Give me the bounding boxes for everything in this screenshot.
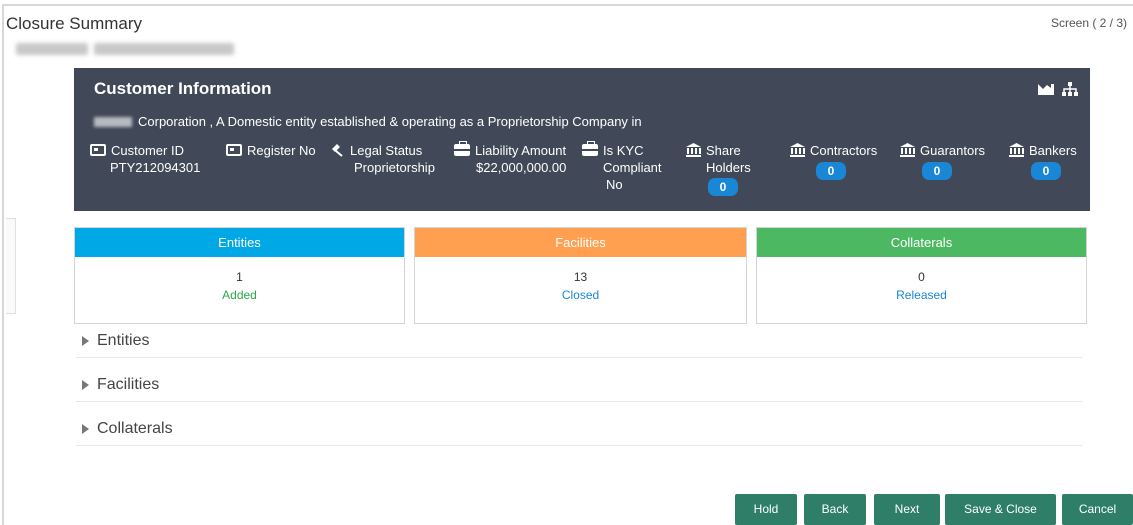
cancel-button[interactable]: Cancel [1062, 494, 1133, 525]
legal-status-label: Legal Status [350, 143, 423, 158]
caret-right-icon [82, 424, 89, 434]
chart-icon[interactable] [1038, 82, 1054, 96]
customer-id-field: Customer ID PTY212094301 [90, 142, 200, 176]
register-no-label: Register No [247, 143, 316, 158]
bank-icon [686, 143, 701, 157]
contractors-field: Contractors 0 [790, 142, 877, 180]
liability-amount-label: Liability Amount [475, 143, 567, 158]
entities-count: 1 [236, 270, 243, 284]
id-card-icon [90, 144, 106, 156]
collaterals-card-header: Collaterals [757, 228, 1086, 257]
customer-information-title: Customer Information [94, 79, 272, 98]
caret-right-icon [82, 380, 89, 390]
collaterals-section-toggle[interactable]: Collaterals [76, 420, 1082, 446]
facilities-section-label: Facilities [97, 376, 160, 393]
kyc-compliant-label: Is KYC Compliant [603, 143, 662, 175]
legal-status-value: Proprietorship [354, 160, 435, 175]
bankers-field: Bankers 0 [1009, 142, 1077, 180]
legal-status-field: Legal Status Proprietorship [330, 142, 435, 176]
collaterals-count: 0 [918, 270, 925, 284]
entities-card-header: Entities [75, 228, 404, 257]
id-card-icon [226, 144, 242, 156]
contractors-label: Contractors [810, 143, 878, 158]
facilities-summary-card[interactable]: Facilities 13 Closed [414, 227, 747, 324]
register-no-field: Register No [226, 142, 316, 159]
entities-section-label: Entities [97, 332, 150, 349]
customer-description-text: Corporation , A Domestic entity establis… [138, 114, 642, 129]
panel-actions [1038, 82, 1078, 96]
bank-icon [790, 143, 805, 157]
bank-icon [900, 143, 915, 157]
liability-amount-value: $22,000,000.00 [476, 160, 567, 175]
briefcase-icon [582, 141, 598, 156]
facilities-count: 13 [573, 270, 588, 284]
entities-summary-card[interactable]: Entities 1 Added [74, 227, 405, 324]
customer-description: Corporation , A Domestic entity establis… [94, 114, 642, 129]
bank-icon [1009, 143, 1024, 157]
masked-text [94, 116, 132, 127]
bankers-count-badge[interactable]: 0 [1031, 162, 1061, 180]
collaterals-status: Released [896, 288, 947, 302]
side-panel-handle[interactable] [6, 218, 16, 314]
back-button[interactable]: Back [804, 494, 866, 525]
gavel-icon [332, 144, 343, 157]
entities-status: Added [222, 288, 257, 302]
customer-name-masked [16, 40, 244, 58]
liability-amount-field: Liability Amount $22,000,000.00 [454, 141, 567, 176]
guarantors-label: Guarantors [920, 143, 986, 158]
hierarchy-icon[interactable] [1062, 82, 1078, 96]
save-close-button[interactable]: Save & Close [945, 494, 1056, 525]
screen-indicator: Screen ( 2 / 3) [1050, 16, 1127, 30]
facilities-status: Closed [561, 288, 600, 302]
collaterals-section-label: Collaterals [97, 420, 173, 437]
customer-id-value: PTY212094301 [110, 160, 201, 175]
guarantors-count-badge[interactable]: 0 [922, 162, 952, 180]
kyc-compliant-value: No [606, 177, 623, 192]
hold-button[interactable]: Hold [735, 494, 797, 525]
next-button[interactable]: Next [874, 494, 940, 525]
facilities-section-toggle[interactable]: Facilities [76, 376, 1082, 402]
page-title: Closure Summary [6, 14, 143, 33]
caret-right-icon [82, 336, 89, 346]
customer-information-panel: Customer Information Corporation , A Dom… [74, 68, 1090, 211]
entities-section-toggle[interactable]: Entities [76, 332, 1082, 358]
guarantors-field: Guarantors 0 [900, 142, 985, 180]
contractors-count-badge[interactable]: 0 [816, 162, 846, 180]
share-holders-count-badge[interactable]: 0 [708, 178, 738, 196]
share-holders-label: Share Holders [706, 143, 751, 175]
customer-id-label: Customer ID [111, 143, 184, 158]
share-holders-field: Share Holders 0 [686, 142, 751, 196]
facilities-card-header: Facilities [415, 228, 746, 257]
briefcase-icon [454, 141, 470, 156]
collaterals-summary-card[interactable]: Collaterals 0 Released [756, 227, 1087, 324]
kyc-compliant-field: Is KYC Compliant No [582, 141, 669, 193]
bankers-label: Bankers [1029, 143, 1077, 158]
